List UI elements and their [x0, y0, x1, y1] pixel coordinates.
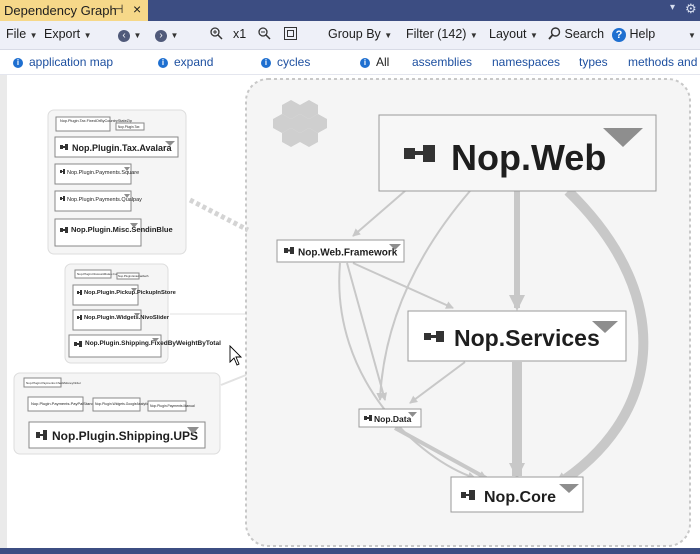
gear-icon[interactable]: ⚙: [685, 1, 697, 17]
plugin-label: Nop.Plugin.Shipping.UPS: [52, 429, 198, 443]
search-button[interactable]: Search: [548, 27, 604, 41]
chevron-down-icon: ▼: [170, 31, 179, 40]
plugin-label: Nop.Plugin.Misc.SendinBlue: [71, 225, 173, 234]
node-nop-web-framework[interactable]: Nop.Web.Framework: [276, 239, 405, 263]
link-application-map[interactable]: i application map: [13, 55, 113, 69]
chevron-down-icon: ▼: [469, 31, 478, 40]
zoom-out-button[interactable]: [258, 27, 271, 41]
plugin-node[interactable]: Nop.Plugin.Shipping.FixedByWeightByTotal: [68, 334, 221, 358]
plugin-label: Nop.Plugin.Widgets.NivoSlider: [84, 315, 170, 321]
search-label: Search: [564, 27, 605, 41]
tab-dropdown-icon[interactable]: ▾: [670, 2, 675, 13]
link-label: All: [376, 55, 390, 69]
group-caption: Nop.Plugin.Tax.FixedOrByCountryStateZip: [60, 119, 132, 123]
graph-canvas[interactable]: Nop.Web Nop.Web.Framework Nop.Services N…: [0, 75, 700, 548]
link-label: cycles: [277, 55, 311, 69]
node-label: Nop.Web.Framework: [298, 248, 398, 259]
zoom-in-icon: [210, 27, 223, 40]
view-links-bar: i application map i expand i cycles i All as…: [0, 50, 700, 75]
chevron-down-icon: ▼: [688, 31, 696, 40]
arrow-left-icon: ‹: [118, 30, 130, 42]
plugin-node[interactable]: Nop.Plugin.Payments.Qualpay: [54, 190, 142, 212]
toolbar: File ▼ Export ▼ ‹ ▼ › ▼ x1 Group By ▼ Fi…: [0, 21, 700, 50]
zoom-out-icon: [258, 27, 271, 40]
arrow-right-icon: ›: [155, 30, 167, 42]
plugin-label: Nop.Plugin.Payments.Manual: [150, 404, 195, 408]
link-label: expand: [174, 55, 214, 69]
link-assemblies[interactable]: assemblies: [412, 55, 472, 69]
layout-menu[interactable]: Layout ▼: [489, 27, 538, 41]
export-menu-label: Export: [44, 27, 81, 41]
search-icon: [548, 27, 561, 40]
file-menu-label: File: [6, 27, 27, 41]
help-icon: ?: [612, 28, 626, 42]
plugin-label: Nop.Plugin.Payments.Square: [67, 170, 139, 176]
info-icon: i: [13, 58, 23, 68]
link-all[interactable]: i All: [360, 55, 389, 69]
link-expand[interactable]: i expand: [158, 55, 213, 69]
forward-button[interactable]: › ▼: [155, 27, 178, 42]
node-label: Nop.Services: [454, 325, 600, 351]
close-icon[interactable]: ×: [133, 1, 141, 17]
plugin-label: Nop.Plugin.Tax.Avalara: [72, 143, 173, 153]
layout-label: Layout: [489, 27, 527, 41]
export-menu[interactable]: Export ▼: [44, 27, 92, 41]
node-label: Nop.Web: [451, 137, 606, 178]
node-nop-web[interactable]: Nop.Web: [378, 114, 657, 192]
plugin-label: Nop.Plugin.Payments.Qualpay: [67, 197, 142, 203]
tab-title: Dependency Graph: [4, 3, 117, 18]
chevron-down-icon: ▼: [133, 31, 142, 40]
node-nop-data[interactable]: Nop.Data: [358, 408, 422, 428]
filter-menu[interactable]: Filter (142) ▼: [406, 27, 478, 41]
link-methods-and-fields[interactable]: methods and fi: [628, 55, 700, 69]
document-tab-bar: Dependency Graph ⊣ × ▾ ⚙: [0, 0, 700, 21]
link-label: application map: [29, 55, 114, 69]
group-caption: Nop.Plugin.Payments.CheckMoneyOrder: [26, 381, 81, 385]
plugin-label: Nop.Plugin.Pickup.PickupInStore: [84, 290, 177, 296]
info-icon: i: [158, 58, 168, 68]
plugin-group-3[interactable]: Nop.Plugin.Payments.CheckMoneyOrder Nop.…: [13, 372, 221, 455]
plugin-node[interactable]: Nop.Plugin.Shipping.UPS: [28, 421, 206, 449]
status-strip: [0, 548, 700, 554]
zoom-level: x1: [233, 27, 247, 41]
file-menu[interactable]: File ▼: [6, 27, 38, 41]
fit-window-icon: [284, 27, 297, 40]
zoom-in-button[interactable]: [210, 27, 223, 41]
group-tag: Nop.Plugin.Tax: [118, 125, 140, 129]
info-icon: i: [261, 58, 271, 68]
group-by-label: Group By: [328, 27, 381, 41]
help-button[interactable]: ? Help: [612, 27, 655, 42]
filter-label: Filter (142): [406, 27, 467, 41]
help-label: Help: [629, 27, 656, 41]
chevron-down-icon: ▼: [83, 31, 92, 40]
node-nop-core[interactable]: Nop.Core: [450, 476, 584, 513]
pin-icon[interactable]: ⊣: [113, 2, 123, 16]
plugin-node[interactable]: Nop.Plugin.Payments.Square: [54, 163, 139, 185]
node-label: Nop.Core: [484, 489, 556, 506]
overflow-menu[interactable]: ▼: [688, 27, 696, 41]
plugin-label: Nop.Plugin.Payments.PayPalStandard: [31, 401, 99, 406]
plugin-label: Nop.Plugin.Shipping.FixedByWeightByTotal: [85, 340, 221, 347]
group-by-menu[interactable]: Group By ▼: [328, 27, 392, 41]
node-label: Nop.Data: [374, 414, 412, 424]
link-cycles[interactable]: i cycles: [261, 55, 310, 69]
group-tag: Nop.Plugin.ExternalAuth: [118, 274, 149, 278]
plugin-label: Nop.Plugin.Widgets.GoogleAnalytics: [95, 402, 151, 406]
back-button[interactable]: ‹ ▼: [118, 27, 141, 42]
link-namespaces[interactable]: namespaces: [492, 55, 560, 69]
chevron-down-icon: ▼: [29, 31, 38, 40]
node-nop-services[interactable]: Nop.Services: [407, 310, 627, 362]
dependency-graph: Nop.Web Nop.Web.Framework Nop.Services N…: [13, 78, 691, 547]
chevron-down-icon: ▼: [530, 31, 538, 40]
mouse-cursor-icon: [229, 344, 243, 366]
plugin-group-1[interactable]: Nop.Plugin.Tax.FixedOrByCountryStateZip …: [47, 109, 187, 255]
link-types[interactable]: types: [579, 55, 608, 69]
chevron-down-icon: ▼: [384, 31, 393, 40]
fit-to-window-button[interactable]: [284, 27, 297, 41]
info-icon: i: [360, 58, 370, 68]
document-tab[interactable]: Dependency Graph ⊣ ×: [0, 0, 148, 21]
plugin-node[interactable]: Nop.Plugin.Tax.Avalara: [54, 136, 179, 158]
